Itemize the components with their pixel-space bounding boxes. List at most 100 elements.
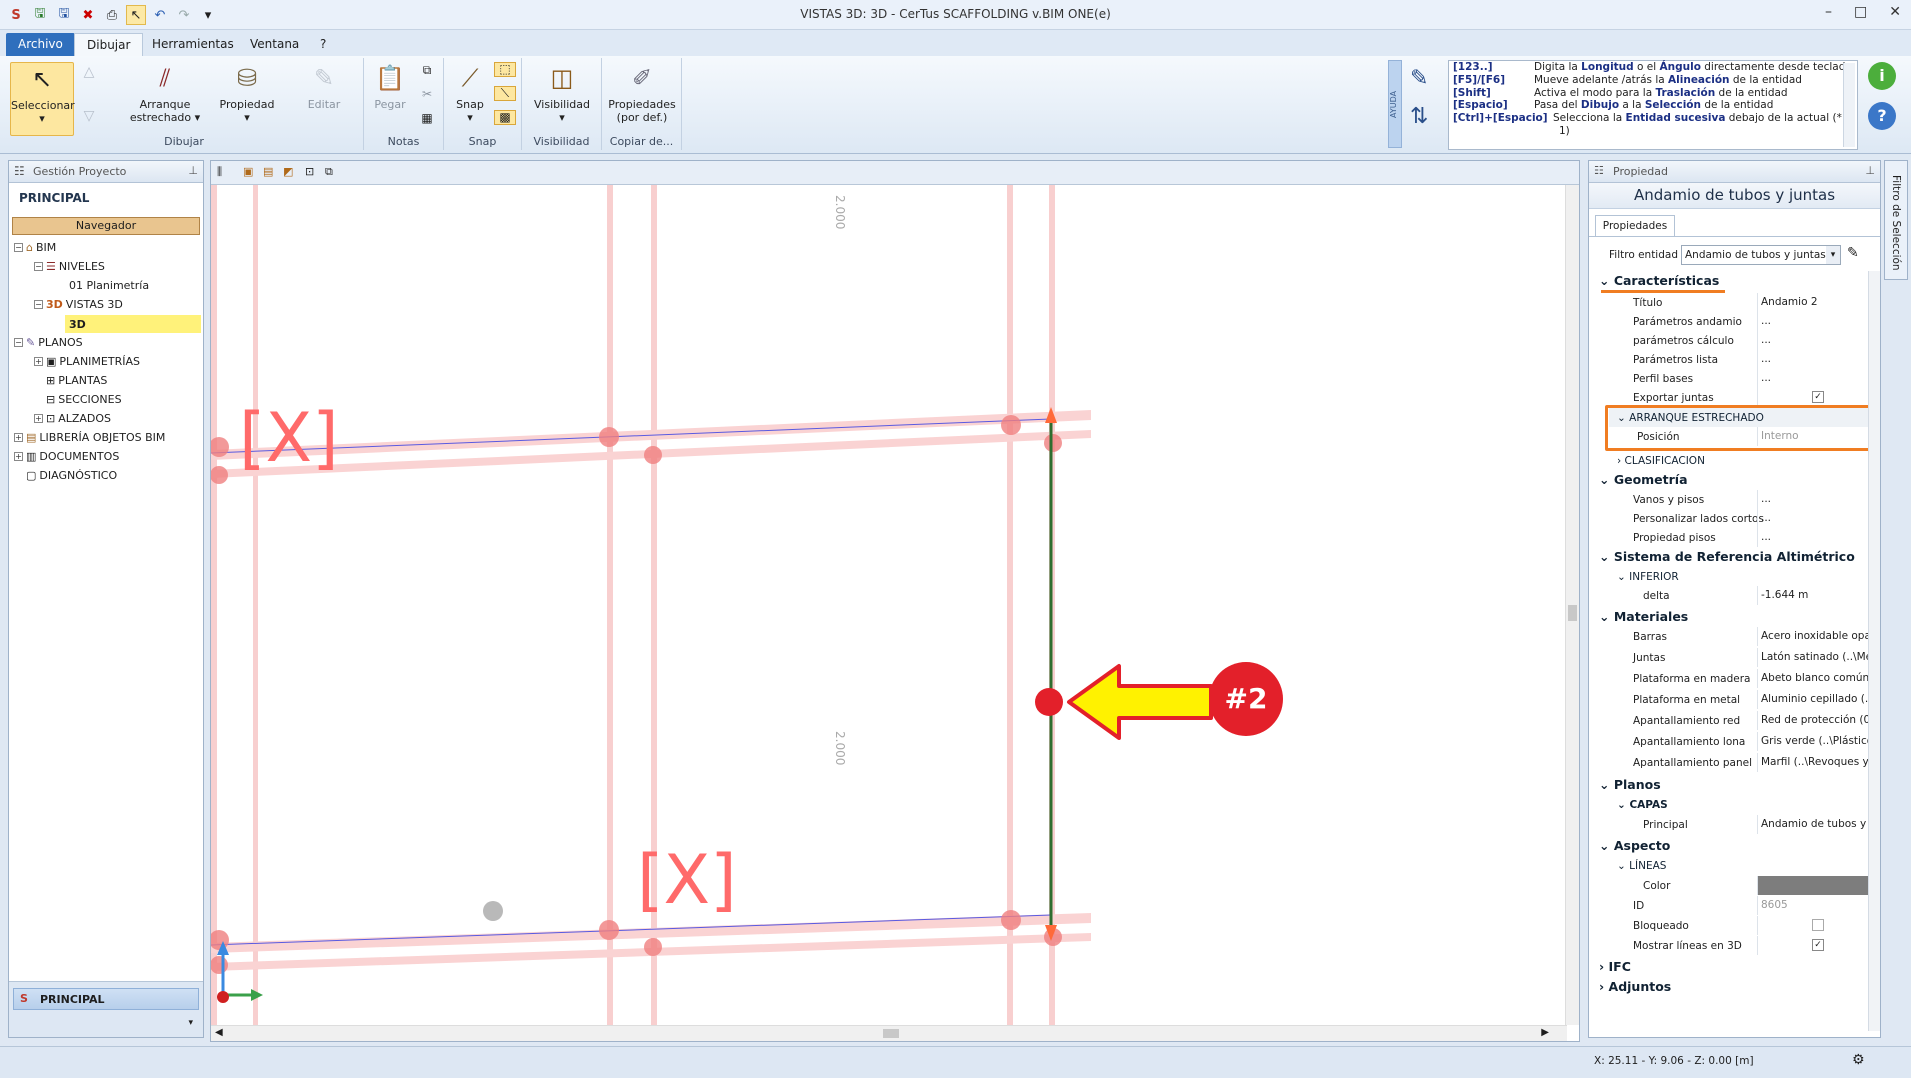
snap-midpoint-icon[interactable]: ⟍ <box>494 86 516 101</box>
property-row[interactable]: ID 8605 <box>1595 896 1885 915</box>
property-row[interactable]: Plataforma en metal Aluminio cepillado (.… <box>1595 690 1885 709</box>
exportar-checkbox[interactable]: ✓ <box>1812 391 1824 403</box>
tab-archivo[interactable]: Archivo <box>6 33 75 56</box>
view-edit-icon[interactable]: ◩ <box>283 165 293 178</box>
tab-ventana[interactable]: Ventana <box>238 33 311 56</box>
minimize-button[interactable]: – <box>1825 4 1832 20</box>
property-row[interactable]: Barras Acero inoxidable opaco <box>1595 627 1885 646</box>
snap-endpoint-icon[interactable]: ⬚ <box>494 62 516 77</box>
info-icon[interactable]: i <box>1868 62 1896 90</box>
view-tool-icon[interactable]: ⫼ <box>217 165 222 179</box>
tree-item-documentos[interactable]: + ▥ DOCUMENTOS <box>14 450 119 463</box>
chevron-down-icon[interactable]: ▾ <box>1826 246 1840 264</box>
help-drag-icon[interactable]: ⇅ <box>1410 104 1442 136</box>
view-zoom-icon[interactable]: ⊡ <box>305 165 314 178</box>
down-arrow-icon[interactable]: ▽ <box>80 109 98 123</box>
maximize-button[interactable]: □ <box>1854 4 1867 20</box>
up-arrow-icon[interactable]: △ <box>80 65 98 79</box>
vertical-scrollbar[interactable] <box>1565 185 1579 1025</box>
visibilidad-button[interactable]: ◫ Visibilidad ▾ <box>528 62 596 125</box>
property-row[interactable]: Parámetros lista... <box>1595 350 1885 369</box>
property-row[interactable]: parámetros cálculo... <box>1595 331 1885 350</box>
section-geometria[interactable]: ⌄ Geometría <box>1595 470 1885 489</box>
copy-icon[interactable]: ⧉ <box>416 64 438 77</box>
color-swatch[interactable] <box>1757 876 1877 895</box>
help-icon[interactable]: ? <box>1868 102 1896 130</box>
arranque-estrechado-button[interactable]: ⫽ Arranque estrechado ▾ <box>128 62 202 125</box>
3d-viewport[interactable]: ⫼ ▣ ▤ ◩ ⊡ ⧉ 2.000 2.000 [X] [X] #2 ◀ ▶ <box>210 160 1580 1042</box>
property-row[interactable]: Plataforma en madera Abeto blanco común ( <box>1595 669 1885 688</box>
tree-item-libreria[interactable]: + ▤ LIBRERÍA OBJETOS BIM <box>14 431 165 444</box>
property-row[interactable]: Propiedad pisos... <box>1595 528 1885 547</box>
property-row[interactable]: Color <box>1595 876 1885 895</box>
view-copy-icon[interactable]: ⧉ <box>325 165 333 179</box>
property-row[interactable]: Mostrar líneas en 3D ✓ <box>1595 936 1885 955</box>
property-row[interactable]: Apantallamiento red Red de protección (01… <box>1595 711 1885 730</box>
editar-button[interactable]: ✎ Editar <box>294 62 354 112</box>
property-row[interactable]: Posición Interno <box>1609 427 1871 446</box>
propiedades-por-def-button[interactable]: ✐ Propiedades (por def.) <box>606 62 678 125</box>
tree-item-vistas3d[interactable]: −3D VISTAS 3D <box>34 298 123 311</box>
ayuda-side-tab[interactable]: AYUDA <box>1388 60 1402 148</box>
property-row[interactable]: Vanos y pisos... <box>1595 490 1885 509</box>
filter-select[interactable]: Andamio de tubos y juntas (1 ▾ <box>1681 245 1841 265</box>
subsection-clasificacion[interactable]: › CLASIFICACION <box>1595 451 1885 470</box>
subsection-arranque[interactable]: ⌄ ARRANQUE ESTRECHADO <box>1609 408 1871 427</box>
pegar-button[interactable]: 📋 Pegar <box>368 62 412 112</box>
pin-icon[interactable]: ⊥ <box>1865 164 1875 177</box>
tree-item-planos[interactable]: − ✎ PLANOS <box>14 336 83 349</box>
section-caracteristicas[interactable]: ⌄ Características <box>1595 271 1885 290</box>
subsection-lineas[interactable]: ⌄ LÍNEAS <box>1595 856 1885 875</box>
section-ifc[interactable]: › IFC <box>1595 957 1885 976</box>
property-row[interactable]: Parámetros andamio... <box>1595 312 1885 331</box>
property-row[interactable]: Apantallamiento lona Gris verde (..\Plást… <box>1595 732 1885 751</box>
tree-item-bim[interactable]: − ⌂ BIM <box>14 241 56 254</box>
tree-item-diagnostico[interactable]: ▢ DIAGNÓSTICO <box>26 469 117 482</box>
tab-help[interactable]: ? <box>308 33 338 56</box>
view-open-icon[interactable]: ▤ <box>263 165 273 178</box>
navigator-header[interactable]: Navegador <box>12 217 200 235</box>
bloqueado-checkbox[interactable] <box>1812 919 1824 931</box>
property-row[interactable]: Apantallamiento panel Marfil (..\Revoques… <box>1595 753 1885 772</box>
property-row[interactable]: Personalizar lados cortos... <box>1595 509 1885 528</box>
filtro-seleccion-tab[interactable]: Filtro de Selección <box>1884 160 1908 280</box>
tree-item-planimetrias[interactable]: + ▣ PLANIMETRÍAS <box>34 355 140 368</box>
section-aspecto[interactable]: ⌄ Aspecto <box>1595 836 1885 855</box>
tree-item-planimetria[interactable]: 01 Planimetría <box>69 279 149 292</box>
tree-item-alzados[interactable]: + ⊡ ALZADOS <box>34 412 111 425</box>
tab-dibujar[interactable]: Dibujar <box>74 33 144 56</box>
tab-propiedades[interactable]: Propiedades <box>1595 215 1675 237</box>
select-area-icon[interactable]: ▦ <box>416 112 438 125</box>
tree-item-niveles[interactable]: − ☰ NIVELES <box>34 260 105 273</box>
property-row[interactable]: Perfil bases... <box>1595 369 1885 388</box>
section-materiales[interactable]: ⌄ Materiales <box>1595 607 1885 626</box>
help-keys-icon[interactable]: ✎ <box>1410 66 1442 98</box>
propiedad-button[interactable]: ⛁ Propiedad ▾ <box>216 62 278 125</box>
help-scrollbar[interactable] <box>1843 63 1855 147</box>
tree-item-3d[interactable]: 3D <box>65 315 201 333</box>
tree-item-secciones[interactable]: ⊟ SECCIONES <box>46 393 122 406</box>
close-button[interactable]: ✕ <box>1889 4 1901 20</box>
property-row[interactable]: Principal Andamio de tubos y ju <box>1595 815 1885 834</box>
settings-icon[interactable]: ⚙ <box>1852 1052 1865 1068</box>
snap-button[interactable]: ⟋ Snap ▾ <box>448 62 492 125</box>
properties-scrollbar[interactable] <box>1868 271 1880 1031</box>
section-sistema-referencia[interactable]: ⌄ Sistema de Referencia Altimétrico <box>1595 547 1885 566</box>
property-row[interactable]: Título Andamio 2 <box>1595 293 1885 312</box>
pin-icon[interactable]: ⊥ <box>188 164 198 177</box>
chevron-down-icon[interactable]: ▾ <box>188 1018 193 1028</box>
seleccionar-button[interactable]: ↖ Seleccionar ▾ <box>10 62 75 136</box>
snap-grid-icon[interactable]: ▩ <box>494 110 516 125</box>
section-adjuntos[interactable]: › Adjuntos <box>1595 977 1885 996</box>
tree-item-plantas[interactable]: ⊞ PLANTAS <box>46 374 107 387</box>
property-row[interactable]: Juntas Latón satinado (..\Me <box>1595 648 1885 667</box>
property-row[interactable]: Bloqueado <box>1595 916 1885 935</box>
filter-edit-icon[interactable]: ✎ <box>1847 245 1869 265</box>
property-row[interactable]: delta -1.644 m <box>1595 586 1885 605</box>
view-box-icon[interactable]: ▣ <box>243 165 253 178</box>
principal-button[interactable]: S PRINCIPAL <box>13 988 199 1010</box>
tab-herramientas[interactable]: Herramientas <box>140 33 246 56</box>
subsection-capas[interactable]: ⌄ CAPAS <box>1595 795 1885 814</box>
mostrar-lineas-checkbox[interactable]: ✓ <box>1812 939 1824 951</box>
horizontal-scrollbar[interactable]: ◀ ▶ <box>211 1025 1567 1041</box>
